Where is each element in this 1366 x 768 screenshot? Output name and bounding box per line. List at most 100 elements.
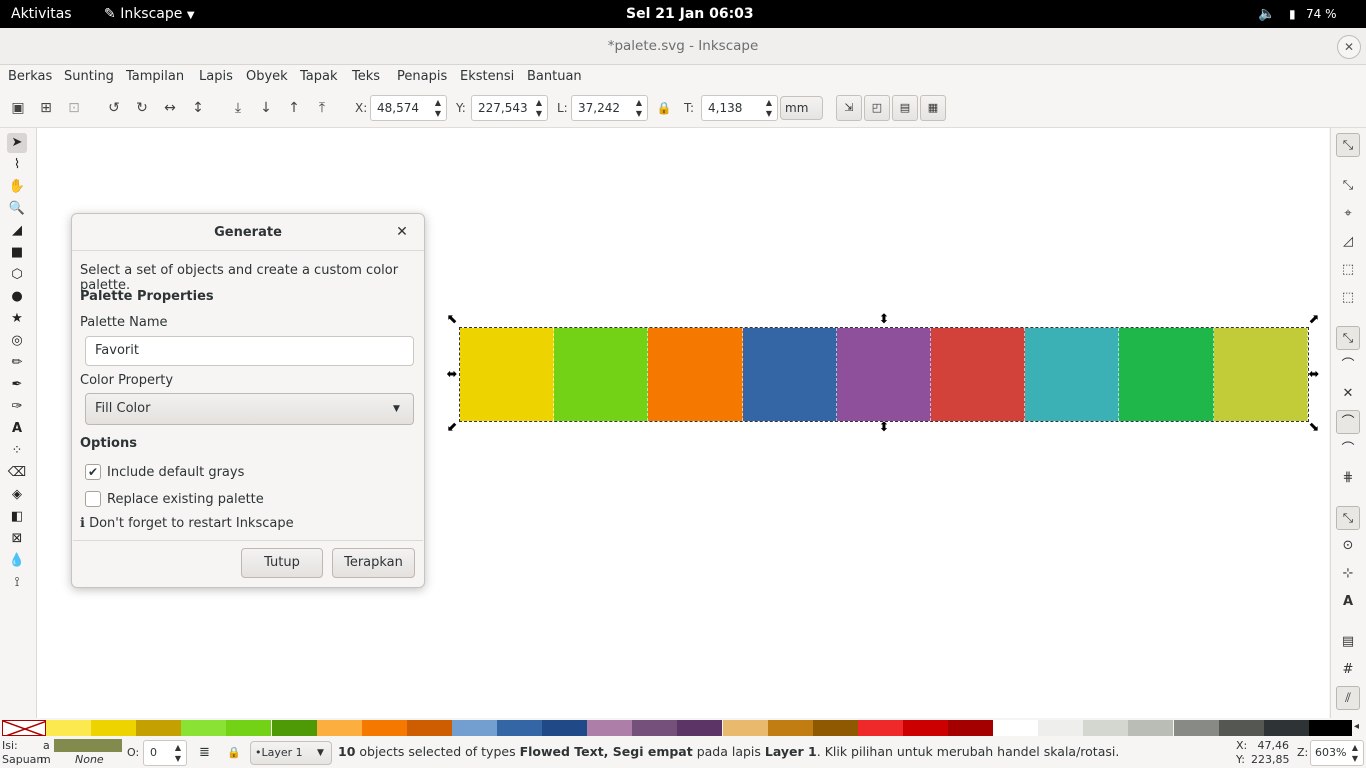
menu-teks[interactable]: Teks <box>352 65 380 89</box>
snap-nodes-icon[interactable]: ⤡ <box>1336 326 1360 350</box>
node-tool-icon[interactable]: ⌇ <box>7 155 27 175</box>
menu-bantuan[interactable]: Bantuan <box>527 65 582 89</box>
rectangle-tool-icon[interactable]: ■ <box>7 243 27 263</box>
snap-paths-icon[interactable]: ⌒ <box>1336 354 1360 378</box>
palette-swatch[interactable] <box>181 720 227 736</box>
spiral-tool-icon[interactable]: ◎ <box>7 331 27 351</box>
palette-swatch[interactable] <box>993 720 1039 736</box>
fill-color-indicator[interactable] <box>54 739 122 752</box>
increment-icon[interactable]: ▲ <box>1348 742 1362 753</box>
raise-icon[interactable]: ↑ <box>284 98 304 118</box>
palette-name-input[interactable]: Favorit <box>85 336 414 366</box>
paint-bucket-tool-icon[interactable]: ◈ <box>7 485 27 505</box>
decrement-icon[interactable]: ▼ <box>532 108 546 119</box>
menu-ekstensi[interactable]: Ekstensi <box>460 65 514 89</box>
decrement-icon[interactable]: ▼ <box>762 108 776 119</box>
palette-swatch[interactable] <box>271 720 317 736</box>
decrement-icon[interactable]: ▼ <box>431 108 445 119</box>
palette-scroll-icon[interactable]: ◂ <box>1354 721 1359 732</box>
lock-icon[interactable]: 🔒 <box>654 98 674 118</box>
snap-smooth-nodes-icon[interactable]: ⌒ <box>1336 438 1360 462</box>
text-tool-icon[interactable]: A <box>7 419 27 439</box>
snap-bbox-corner-icon[interactable]: ◿ <box>1336 230 1360 254</box>
replace-palette-label[interactable]: Replace existing palette <box>107 492 264 507</box>
palette-swatch[interactable] <box>91 720 137 736</box>
snap-toggle-icon[interactable]: ⤡ <box>1336 133 1360 157</box>
dropper-tool-icon[interactable]: 💧 <box>7 551 27 571</box>
layers-icon[interactable]: ≣ <box>199 746 210 760</box>
decrement-icon[interactable]: ▼ <box>1348 753 1362 764</box>
app-menu[interactable]: ✎ Inkscape ▼ <box>104 0 195 30</box>
snap-cusp-nodes-icon[interactable]: ⌒ <box>1336 410 1360 434</box>
ellipse-tool-icon[interactable]: ● <box>7 287 27 307</box>
apply-button[interactable]: Terapkan <box>332 548 415 578</box>
height-spinbox[interactable]: 4,138 ▲ ▼ <box>701 95 778 121</box>
increment-icon[interactable]: ▲ <box>171 742 185 753</box>
y-spinbox[interactable]: 227,543 ▲ ▼ <box>471 95 548 121</box>
dialog-close-button[interactable]: ✕ <box>394 224 410 240</box>
scale-handle-top-left[interactable]: ⬉ <box>445 313 459 326</box>
stroke-none-indicator[interactable]: None <box>75 753 104 767</box>
rotate-ccw-icon[interactable]: ↺ <box>104 98 124 118</box>
scale-corners-toggle[interactable]: ◰ <box>864 95 890 121</box>
close-window-button[interactable]: ✕ <box>1337 35 1361 59</box>
deselect-icon[interactable]: ⊡ <box>64 98 84 118</box>
pen-tool-icon[interactable]: ✒ <box>7 375 27 395</box>
scale-stroke-toggle[interactable]: ⇲ <box>836 95 862 121</box>
lower-icon[interactable]: ↓ <box>256 98 276 118</box>
battery-percent[interactable]: 74 % <box>1306 0 1337 28</box>
decrement-icon[interactable]: ▼ <box>632 108 646 119</box>
snap-intersections-icon[interactable]: ✕ <box>1336 382 1360 406</box>
transform-gradients-toggle[interactable]: ▤ <box>892 95 918 121</box>
layer-dropdown[interactable]: •Layer 1 ▼ <box>250 741 332 765</box>
menu-obyek[interactable]: Obyek <box>246 65 288 89</box>
scale-handle-bottom-right[interactable]: ⬊ <box>1307 421 1321 434</box>
calligraphy-tool-icon[interactable]: ✑ <box>7 397 27 417</box>
no-paint-swatch[interactable] <box>2 720 46 736</box>
increment-icon[interactable]: ▲ <box>762 97 776 108</box>
raise-to-top-icon[interactable]: ⤒ <box>312 98 332 118</box>
snap-grid-icon[interactable]: # <box>1336 658 1360 682</box>
palette-swatch[interactable] <box>451 720 497 736</box>
palette-swatch[interactable] <box>857 720 903 736</box>
unit-dropdown[interactable]: mm ▼ <box>780 96 823 137</box>
palette-swatch[interactable] <box>1083 720 1129 736</box>
select-all-icon[interactable]: ▣ <box>8 98 28 118</box>
palette-swatch[interactable] <box>226 720 272 736</box>
snap-bbox-center-icon[interactable]: ⬚ <box>1336 286 1360 310</box>
measure-tool-icon[interactable]: ◢ <box>7 221 27 241</box>
palette-swatch[interactable] <box>46 720 92 736</box>
replace-palette-checkbox[interactable] <box>85 491 101 507</box>
flip-horizontal-icon[interactable]: ↔ <box>160 98 180 118</box>
palette-swatch[interactable] <box>948 720 994 736</box>
x-spinbox[interactable]: 48,574 ▲ ▼ <box>370 95 447 121</box>
scale-handle-bottom[interactable]: ⬍ <box>877 421 891 434</box>
flip-vertical-icon[interactable]: ↕ <box>188 98 208 118</box>
palette-swatch[interactable] <box>497 720 543 736</box>
volume-icon[interactable]: 🔈 <box>1258 0 1275 28</box>
clock[interactable]: Sel 21 Jan 06:03 <box>626 0 754 28</box>
scale-handle-left[interactable]: ⬌ <box>445 368 459 381</box>
menu-tampilan[interactable]: Tampilan <box>126 65 184 89</box>
snap-bbox-icon[interactable]: ⤡ <box>1336 174 1360 198</box>
include-grays-label[interactable]: Include default grays <box>107 465 244 480</box>
snap-bbox-edge-icon[interactable]: ⌖ <box>1336 202 1360 226</box>
palette-swatch[interactable] <box>1263 720 1309 736</box>
palette-swatch[interactable] <box>1038 720 1084 736</box>
snap-rotation-center-icon[interactable]: ⊹ <box>1336 562 1360 586</box>
zoom-spinbox[interactable]: 603% ▲ ▼ <box>1310 740 1364 766</box>
menu-sunting[interactable]: Sunting <box>64 65 114 89</box>
opacity-spinbox[interactable]: 0 ▲ ▼ <box>143 740 187 766</box>
width-spinbox[interactable]: 37,242 ▲ ▼ <box>571 95 648 121</box>
star-tool-icon[interactable]: ★ <box>7 309 27 329</box>
palette-swatch[interactable] <box>1308 720 1352 736</box>
select-all-layers-icon[interactable]: ⊞ <box>36 98 56 118</box>
transform-patterns-toggle[interactable]: ▦ <box>920 95 946 121</box>
menu-penapis[interactable]: Penapis <box>397 65 447 89</box>
palette-swatch[interactable] <box>361 720 407 736</box>
increment-icon[interactable]: ▲ <box>431 97 445 108</box>
snap-object-center-icon[interactable]: ⊙ <box>1336 534 1360 558</box>
palette-swatch[interactable] <box>587 720 633 736</box>
snap-page-border-icon[interactable]: ▤ <box>1336 630 1360 654</box>
palette-swatch[interactable] <box>1128 720 1174 736</box>
